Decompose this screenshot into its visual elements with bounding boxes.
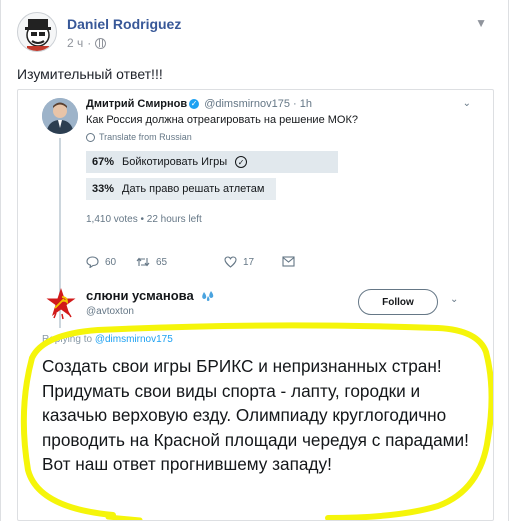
globe-icon <box>95 37 107 49</box>
poll-label: Бойкотировать Игры <box>122 156 228 168</box>
poll-option-winner: 67% Бойкотировать Игры ✓ <box>86 151 338 173</box>
poll-percent: 33% <box>92 183 115 195</box>
tweet-screenshot[interactable]: Дмитрий Смирнов ✓ @dimsmirnov175 · 1h ⌄ К… <box>17 89 494 521</box>
avatar <box>44 286 78 320</box>
avatar[interactable] <box>17 12 57 52</box>
tweet-text: Как Россия должна отреагировать на решен… <box>86 114 358 126</box>
replying-to-label: Replying to <box>42 334 95 345</box>
tweet-author-handle[interactable]: @dimsmirnov175 <box>204 98 290 110</box>
chevron-down-icon[interactable]: ⌄ <box>463 98 471 109</box>
like-count: 17 <box>243 256 255 268</box>
tweet-author-line: слюни усманова <box>86 288 216 303</box>
verified-icon: ✓ <box>189 99 200 110</box>
tweet-author-name[interactable]: слюни усманова <box>86 288 194 303</box>
tweet-actions: 60 65 17 <box>86 256 295 272</box>
author-name[interactable]: Daniel Rodriguez <box>67 16 181 32</box>
reply-button[interactable]: 60 <box>86 256 116 268</box>
tweet-time[interactable]: · 1h <box>293 98 312 110</box>
post-header: Daniel Rodriguez 2 ч · ▼ <box>17 12 487 56</box>
envelope-icon <box>282 256 295 267</box>
tweet-author-handle[interactable]: @avtoxton <box>86 306 134 317</box>
retweet-button[interactable]: 65 <box>136 256 167 268</box>
chevron-down-icon[interactable]: ▼ <box>475 16 487 30</box>
post-time[interactable]: 2 ч <box>67 36 83 50</box>
poll-label: Дать право решать атлетам <box>122 183 265 195</box>
translate-link[interactable]: Translate from Russian <box>86 132 192 142</box>
like-button[interactable]: 17 <box>224 256 254 268</box>
post-meta: 2 ч · <box>67 36 107 50</box>
retweet-icon <box>136 257 150 267</box>
mention-link[interactable]: @dimsmirnov175 <box>95 334 173 345</box>
replying-to: Replying to @dimsmirnov175 <box>42 334 173 345</box>
reply-count: 60 <box>105 256 117 268</box>
check-circle-icon: ✓ <box>235 156 248 168</box>
poll-option: 33% Дать право решать атлетам <box>86 178 276 200</box>
message-button[interactable] <box>282 256 295 267</box>
sweat-drops-icon <box>201 290 213 301</box>
retweet-count: 65 <box>156 256 168 268</box>
chevron-down-icon[interactable]: ⌄ <box>450 294 458 305</box>
post-text: Изумительный ответ!!! <box>17 66 163 82</box>
poll-percent: 67% <box>92 156 115 168</box>
facebook-post: Daniel Rodriguez 2 ч · ▼ Изумительный от… <box>0 0 509 521</box>
reply-icon <box>86 256 99 268</box>
poll-meta: 1,410 votes • 22 hours left <box>86 214 202 225</box>
heart-icon <box>224 256 237 268</box>
globe-icon <box>86 132 95 142</box>
tweet-author-name[interactable]: Дмитрий Смирнов <box>86 98 187 110</box>
translate-label: Translate from Russian <box>99 132 192 142</box>
tweet-author-line: Дмитрий Смирнов ✓ @dimsmirnov175 · 1h <box>86 98 312 110</box>
tweet-text: Создать свои игры БРИКС и непризнанных с… <box>42 356 469 475</box>
avatar <box>42 98 78 134</box>
follow-button[interactable]: Follow <box>358 289 438 315</box>
